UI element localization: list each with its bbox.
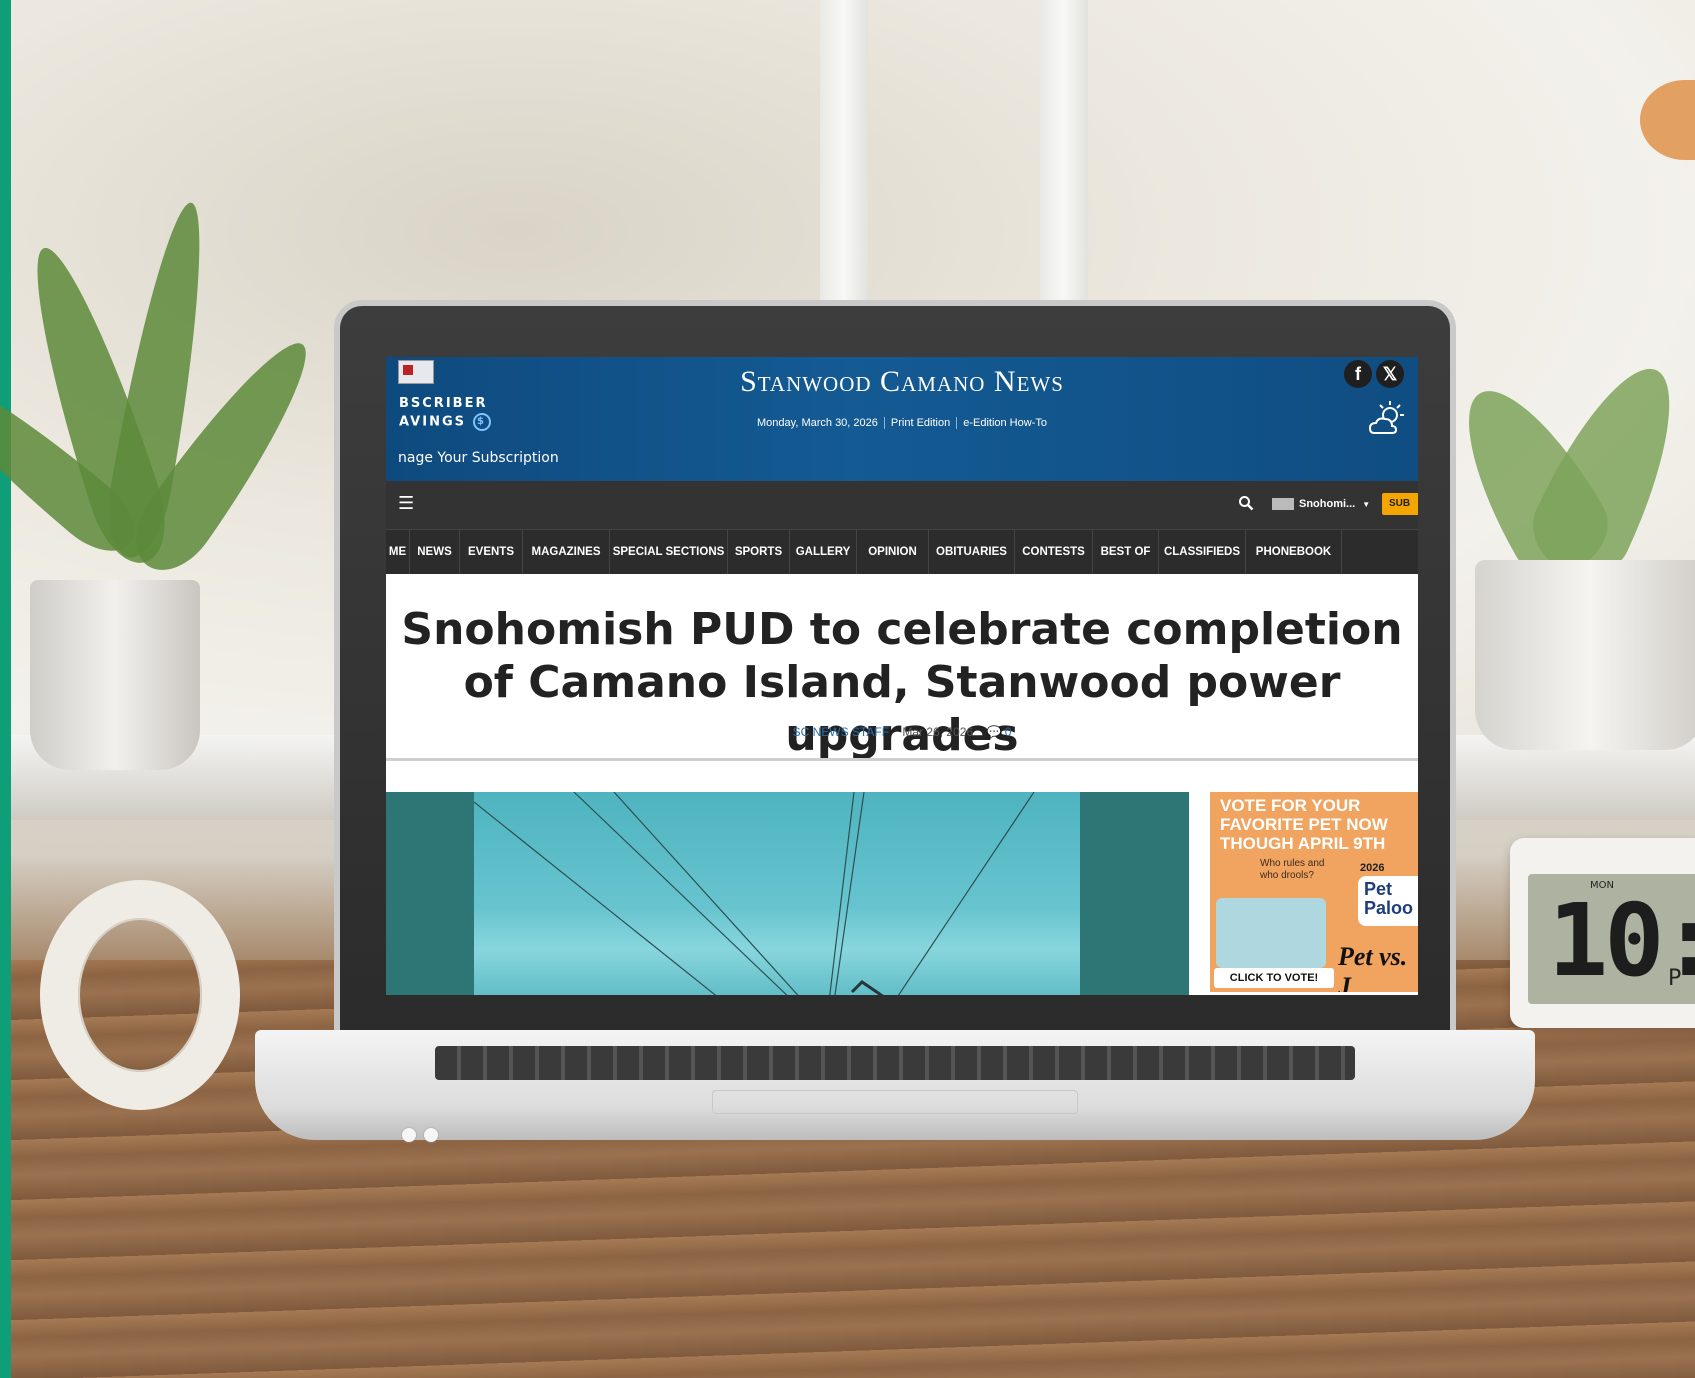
desk-clock: MON 10: P — [1510, 838, 1695, 1028]
edge-strip — [0, 0, 11, 1378]
menu-icon[interactable]: ☰ — [398, 493, 414, 514]
location-label: Snohomi... — [1299, 498, 1356, 510]
ad-year: 2026 — [1360, 862, 1385, 874]
publish-date: Mar 26, 2026 — [902, 725, 974, 739]
nav-item-contests[interactable]: CONTESTS — [1015, 530, 1093, 574]
comments-link[interactable]: 💬 0 — [986, 725, 1011, 739]
x-icon[interactable]: 𝕏 — [1376, 360, 1404, 388]
print-edition-link[interactable]: Print Edition — [883, 417, 957, 429]
ad-headline: VOTE FOR YOUR FAVORITE PET NOW THOUGH AP… — [1220, 796, 1388, 853]
facebook-icon[interactable]: f — [1344, 360, 1372, 388]
nav-item-home[interactable]: ME — [386, 530, 410, 574]
article-photo[interactable] — [386, 792, 1189, 995]
clock-display: MON 10: P — [1528, 874, 1695, 1004]
laptop-keyboard — [435, 1046, 1355, 1080]
headphones — [40, 880, 240, 1110]
nav-item-opinion[interactable]: OPINION — [857, 530, 929, 574]
nav-item-phonebook[interactable]: PHONEBOOK — [1246, 530, 1342, 574]
laptop-led — [424, 1128, 438, 1142]
article-byline: SC NEWS STAFF Mar 26, 2026 💬 0 — [386, 725, 1418, 739]
eedition-howto-link[interactable]: e-Edition How-To — [956, 417, 1053, 429]
nav-item-events[interactable]: EVENTS — [460, 530, 523, 574]
subscribe-button[interactable]: SUB — [1382, 493, 1418, 515]
nav-item-gallery[interactable]: GALLERY — [790, 530, 857, 574]
comment-count: 0 — [1004, 725, 1012, 739]
plant-pot — [1475, 560, 1695, 750]
plant-pot — [30, 580, 200, 770]
nav-item-obituaries[interactable]: OBITUARIES — [929, 530, 1015, 574]
nav-item-best-of[interactable]: BEST OF — [1093, 530, 1159, 574]
masthead: BSCRIBER AVINGS $ nage Your Subscription… — [386, 357, 1418, 481]
nav-item-classifieds[interactable]: CLASSIFIEDS — [1159, 530, 1246, 574]
power-lines — [474, 792, 1035, 995]
current-date: Monday, March 30, 2026 — [757, 417, 878, 429]
ad-pets-illustration — [1216, 898, 1326, 968]
main-nav: ME NEWS EVENTS MAGAZINES SPECIAL SECTION… — [386, 529, 1418, 574]
advertisement[interactable]: VOTE FOR YOUR FAVORITE PET NOW THOUGH AP… — [1210, 792, 1418, 992]
divider — [386, 758, 1418, 761]
masthead-links: Monday, March 30, 2026 Print Edition e-Edi… — [386, 417, 1418, 429]
ad-tagline: Who rules and who drools? — [1260, 858, 1325, 881]
top-toolbar: ☰ Snohomi... ▼ SUB — [386, 481, 1418, 529]
nav-item-magazines[interactable]: MAGAZINES — [523, 530, 610, 574]
laptop-led — [402, 1128, 416, 1142]
nav-item-news[interactable]: NEWS — [410, 530, 460, 574]
manage-subscription-link[interactable]: nage Your Subscription — [398, 450, 559, 466]
laptop-trackpad — [712, 1090, 1078, 1114]
user-icon — [1272, 498, 1294, 511]
browser-viewport: BSCRIBER AVINGS $ nage Your Subscription… — [386, 357, 1418, 995]
ad-vote-button[interactable]: CLICK TO VOTE! — [1214, 968, 1334, 988]
caret-down-icon: ▼ — [1362, 500, 1371, 509]
nav-item-special-sections[interactable]: SPECIAL SECTIONS — [610, 530, 728, 574]
window-frame — [1040, 0, 1088, 300]
nav-item-sports[interactable]: SPORTS — [728, 530, 790, 574]
weather-icon[interactable] — [1368, 399, 1408, 439]
search-icon[interactable] — [1238, 495, 1254, 511]
comment-icon: 💬 — [986, 725, 1002, 739]
location-selector[interactable]: Snohomi... ▼ — [1272, 498, 1371, 511]
author-link[interactable]: SC NEWS STAFF — [793, 725, 889, 739]
ad-vs: Pet vs. J — [1338, 942, 1408, 992]
window-frame — [820, 0, 868, 300]
clock-meridiem: P — [1668, 966, 1682, 991]
ad-brand: Pet Paloo — [1358, 876, 1418, 926]
site-title[interactable]: Stanwood Camano News — [386, 365, 1418, 399]
